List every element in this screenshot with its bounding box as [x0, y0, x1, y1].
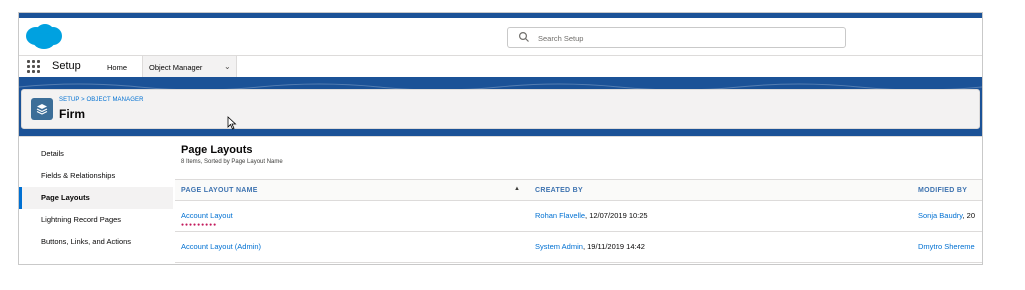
column-header-modified-by[interactable]: MODIFIED BY	[918, 187, 967, 194]
app-launcher-icon[interactable]	[27, 60, 41, 74]
content-area: Details Fields & Relationships Page Layo…	[19, 136, 982, 264]
sort-ascending-icon[interactable]: ▲	[514, 186, 520, 192]
sidebar-item-page-layouts[interactable]: Page Layouts	[19, 187, 173, 209]
table-row: Account Layout (Admin) System Admin, 19/…	[175, 232, 982, 263]
table-header: PAGE LAYOUT NAME ▲ CREATED BY MODIFIED B…	[175, 179, 982, 201]
underline-annotation: ●●●●●●●●●	[181, 222, 218, 228]
salesforce-cloud-icon[interactable]	[25, 23, 63, 50]
object-header: SETUP > OBJECT MANAGER Firm	[21, 89, 980, 130]
breadcrumb[interactable]: SETUP > OBJECT MANAGER	[59, 97, 144, 103]
modified-by-cell: Sonja Baudry, 20	[918, 211, 975, 220]
page-title: Firm	[59, 107, 86, 121]
modified-by-user-link[interactable]: Dmytro Shereme	[918, 242, 975, 251]
mouse-cursor-icon	[227, 116, 237, 130]
app-window: Setup Home Object Manager ⌄ SETUP > OBJE…	[18, 12, 983, 265]
created-by-user-link[interactable]: Rohan Flavelle	[535, 211, 585, 220]
sidebar-item-buttons-links-actions[interactable]: Buttons, Links, and Actions	[19, 231, 173, 253]
created-by-cell: Rohan Flavelle, 12/07/2019 10:25	[535, 211, 648, 220]
section-subtitle: 8 Items, Sorted by Page Layout Name	[181, 159, 283, 165]
nav-bar: Setup Home Object Manager ⌄	[19, 55, 982, 79]
tab-object-manager[interactable]: Object Manager ⌄	[142, 56, 237, 77]
modified-by-cell: Dmytro Shereme	[918, 242, 975, 251]
object-sidebar: Details Fields & Relationships Page Layo…	[19, 137, 173, 264]
page-layout-link[interactable]: Account Layout	[181, 211, 233, 220]
page-layouts-panel: Page Layouts 8 Items, Sorted by Page Lay…	[175, 137, 982, 264]
layers-icon	[31, 98, 53, 120]
created-by-date: , 19/11/2019 14:42	[582, 242, 645, 251]
sidebar-item-lightning-record-pages[interactable]: Lightning Record Pages	[19, 209, 173, 231]
app-name: Setup	[52, 60, 81, 72]
sidebar-item-details[interactable]: Details	[19, 143, 173, 165]
search-icon	[518, 31, 529, 42]
modified-by-date: , 20	[962, 211, 975, 220]
top-stripe	[19, 13, 982, 18]
table-row: Account Layout ●●●●●●●●● Rohan Flavelle,…	[175, 201, 982, 232]
section-title: Page Layouts	[181, 144, 253, 156]
created-by-date: , 12/07/2019 10:25	[585, 211, 648, 220]
created-by-user-link[interactable]: System Admin	[535, 242, 583, 251]
tab-home[interactable]: Home	[107, 63, 127, 72]
chevron-down-icon[interactable]: ⌄	[224, 62, 231, 71]
column-header-page-layout-name[interactable]: PAGE LAYOUT NAME	[181, 187, 258, 194]
modified-by-user-link[interactable]: Sonja Baudry	[918, 211, 962, 220]
global-header	[19, 13, 982, 55]
sidebar-item-fields-relationships[interactable]: Fields & Relationships	[19, 165, 173, 187]
column-header-created-by[interactable]: CREATED BY	[535, 187, 583, 194]
page-layout-link[interactable]: Account Layout (Admin)	[181, 242, 261, 251]
tab-object-manager-label: Object Manager	[149, 63, 203, 72]
created-by-cell: System Admin, 19/11/2019 14:42	[535, 242, 645, 251]
search-box[interactable]	[507, 27, 846, 48]
search-input[interactable]	[536, 30, 830, 47]
